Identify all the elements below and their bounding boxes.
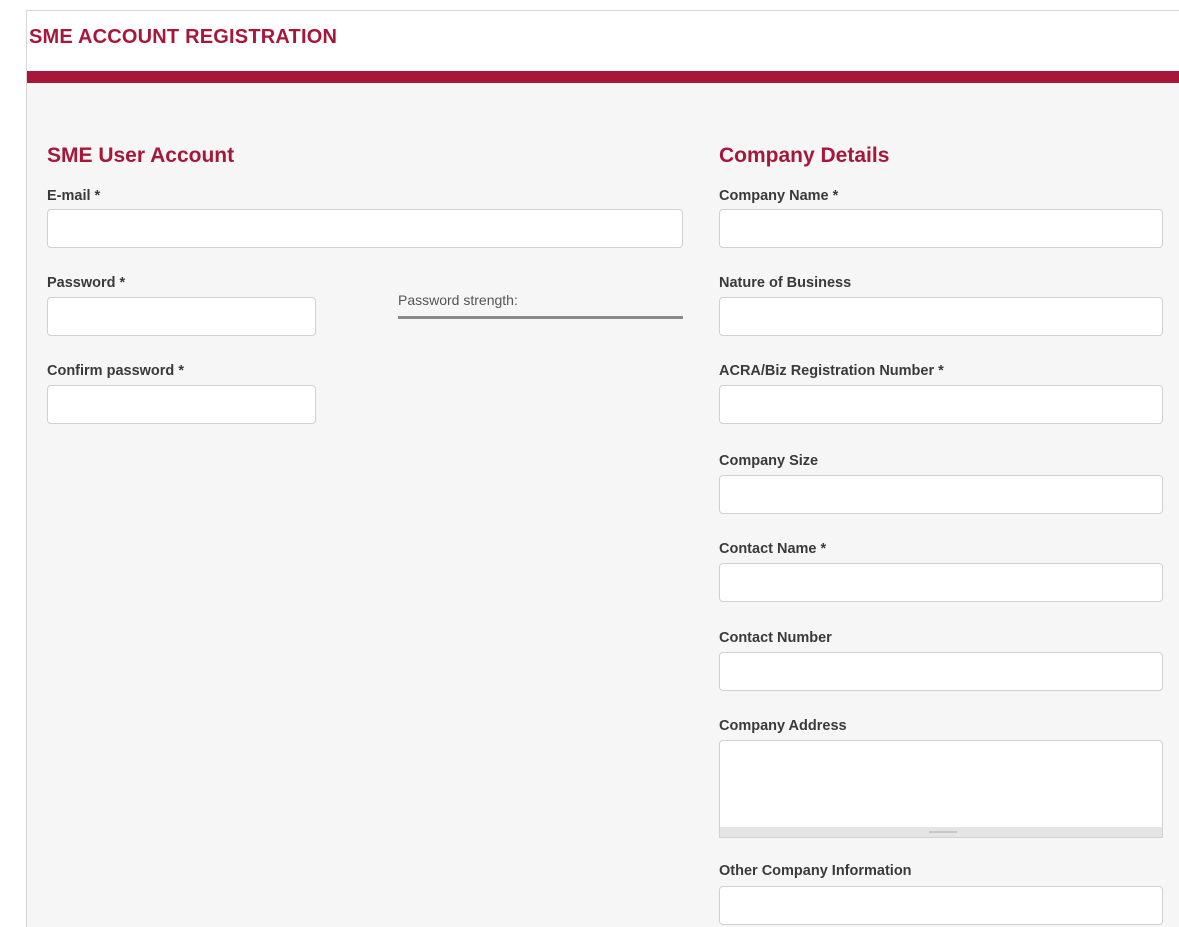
contact-number-label: Contact Number [719,630,832,646]
password-strength-label: Password strength: [398,292,518,308]
email-label: E-mail * [47,188,101,204]
company-size-label: Company Size [719,453,819,469]
page-title: SME ACCOUNT REGISTRATION [29,26,338,48]
company-name-label: Company Name * [719,188,839,204]
registration-number-field[interactable] [719,385,1163,424]
other-info-label: Other Company Information [719,863,912,879]
other-info-field[interactable] [719,886,1163,925]
contact-name-label: Contact Name * [719,541,827,557]
nature-of-business-label: Nature of Business [719,275,852,291]
user-account-heading: SME User Account [47,144,235,167]
confirm-password-field[interactable] [47,385,316,424]
registration-page: SME ACCOUNT REGISTRATION SME User Accoun… [26,10,1179,927]
contact-name-field[interactable] [719,563,1163,602]
contact-number-field[interactable] [719,652,1163,691]
password-strength-meter [398,316,683,319]
company-address-field[interactable] [719,740,1163,828]
textarea-resize-handle[interactable] [719,827,1163,838]
company-address-label: Company Address [719,718,847,734]
company-name-field[interactable] [719,209,1163,248]
email-field[interactable] [47,209,683,248]
registration-number-label: ACRA/Biz Registration Number * [719,363,944,379]
page-header: SME ACCOUNT REGISTRATION [27,11,1179,71]
resize-grip-icon [929,831,957,833]
password-field[interactable] [47,297,316,336]
company-details-heading: Company Details [719,144,890,167]
company-size-field[interactable] [719,475,1163,514]
nature-of-business-field[interactable] [719,297,1163,336]
header-accent-bar [27,71,1179,83]
password-label: Password * [47,275,126,291]
confirm-password-label: Confirm password * [47,363,184,379]
